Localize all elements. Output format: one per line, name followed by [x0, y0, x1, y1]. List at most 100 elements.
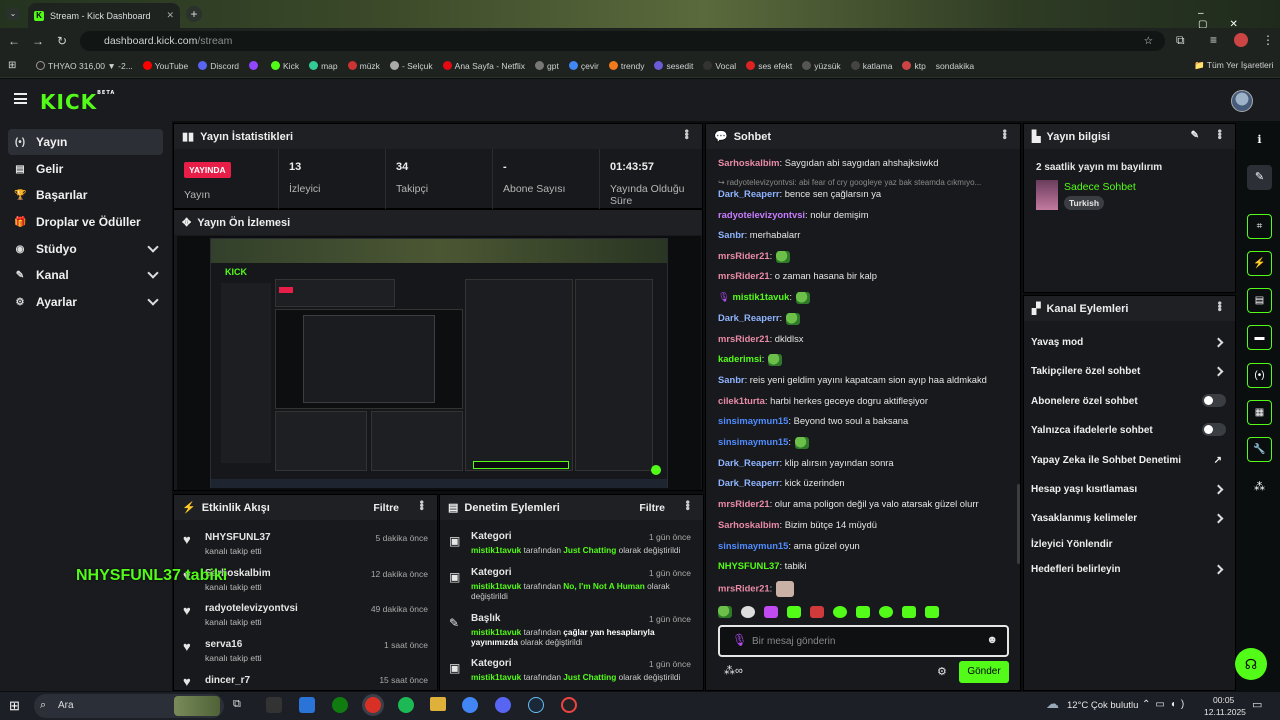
- channel-action-1[interactable]: Yavaş mod: [1031, 337, 1226, 348]
- bookmark-item[interactable]: katlama: [850, 61, 892, 71]
- clock-date[interactable]: 12.11.2025: [1204, 707, 1246, 717]
- emote-icon[interactable]: [741, 606, 755, 618]
- tray-icons[interactable]: ⌃▭◖): [1142, 699, 1189, 710]
- emote-icon[interactable]: [879, 606, 893, 618]
- bookmark-item[interactable]: sesedit: [654, 61, 693, 71]
- chat-username[interactable]: Sanbr: [718, 229, 745, 240]
- chat-username[interactable]: Sarhoskalbim: [718, 157, 779, 168]
- document-icon[interactable]: ▤: [1247, 288, 1272, 313]
- bookmark-item[interactable]: - Selçuk: [389, 61, 433, 71]
- chat-username[interactable]: radyotelevizyontvsi: [718, 209, 805, 220]
- lightning-icon[interactable]: ⚡: [1247, 251, 1272, 276]
- new-tab-icon[interactable]: +: [186, 6, 202, 22]
- bookmark-item[interactable]: Ana Sayfa - Netflix: [442, 61, 525, 71]
- bookmark-item[interactable]: Discord: [198, 61, 239, 71]
- info-circle-icon[interactable]: ℹ: [1247, 128, 1272, 153]
- edit-icon[interactable]: ✎: [1191, 130, 1199, 141]
- more-icon[interactable]: •••: [415, 500, 429, 510]
- extensions-icon[interactable]: ⧉: [1176, 33, 1185, 48]
- chat-username[interactable]: kaderimsi: [718, 353, 762, 364]
- clip-icon[interactable]: ⌗: [1247, 214, 1272, 239]
- bookmark-item[interactable]: Vocal: [703, 61, 736, 71]
- preview-video[interactable]: KICK: [177, 236, 701, 490]
- task-view-icon[interactable]: ⧉: [233, 698, 241, 711]
- emote-icon[interactable]: [786, 312, 801, 325]
- tab-search-icon[interactable]: ⌄: [6, 7, 20, 21]
- bookmark-item[interactable]: Kick: [271, 61, 299, 71]
- chat-settings-icon[interactable]: ⚙: [937, 665, 947, 678]
- bookmark-item[interactable]: müzk: [347, 61, 380, 71]
- channel-action-2[interactable]: Takipçilere özel sohbet: [1031, 366, 1226, 377]
- store-icon[interactable]: [299, 697, 315, 713]
- chat-input[interactable]: 🎙 Bir mesaj gönderin ☻: [718, 625, 1009, 657]
- chat-scrollbar[interactable]: [1017, 484, 1020, 564]
- chat-username[interactable]: Dark_Reaperr: [718, 457, 780, 468]
- emote-icon[interactable]: [810, 606, 824, 618]
- bookmark-item[interactable]: ses efekt: [746, 61, 792, 71]
- back-icon[interactable]: ←: [2, 34, 26, 48]
- more-icon[interactable]: •••: [1213, 129, 1227, 139]
- browser-tab-active[interactable]: K Stream - Kick Dashboard ✕: [28, 3, 180, 28]
- channel-action-8[interactable]: İzleyici Yönlendir: [1031, 539, 1226, 550]
- chat-username[interactable]: Dark_Reaperr: [718, 312, 780, 323]
- bookmark-item[interactable]: gpt: [535, 61, 559, 71]
- bookmark-item[interactable]: çevir: [568, 61, 599, 71]
- bookmark-item[interactable]: yüzsük: [802, 61, 841, 71]
- chat-username[interactable]: Sarhoskalbim: [718, 519, 779, 530]
- emote-icon[interactable]: [787, 606, 801, 618]
- community-icon[interactable]: ⁂: [1247, 475, 1272, 500]
- filter-button[interactable]: Filtre: [373, 502, 399, 514]
- channel-action-6[interactable]: Hesap yaşı kısıtlaması: [1031, 484, 1226, 495]
- folder-icon[interactable]: [430, 697, 446, 711]
- sidebar-item-gelir[interactable]: ▤ Gelir: [8, 156, 163, 182]
- wrench-icon[interactable]: 🔧: [1247, 437, 1272, 462]
- tag-badge[interactable]: Turkish: [1064, 196, 1105, 210]
- weather-text[interactable]: 12°C Çok bulutlu: [1067, 700, 1138, 711]
- support-headset-icon[interactable]: ☊: [1235, 648, 1267, 680]
- channel-action-9[interactable]: Hedefleri belirleyin: [1031, 564, 1226, 575]
- broadcast-icon[interactable]: (•): [1247, 363, 1272, 388]
- chat-username[interactable]: mrsRider21: [718, 270, 770, 281]
- category-link[interactable]: Sadece Sohbet: [1064, 181, 1136, 193]
- emote-icon[interactable]: [833, 606, 847, 618]
- steam-icon[interactable]: [528, 697, 544, 713]
- emote-icon[interactable]: [776, 250, 791, 263]
- media-icon[interactable]: ≡: [1210, 33, 1217, 47]
- channel-action-4[interactable]: Yalnızca ifadelerle sohbet: [1031, 423, 1226, 436]
- bookmark-star-icon[interactable]: ☆: [1144, 35, 1153, 47]
- bookmark-item[interactable]: map: [309, 61, 338, 71]
- all-bookmarks[interactable]: 📁 Tüm Yer İşaretleri: [1194, 60, 1273, 71]
- emote-icon[interactable]: [768, 353, 783, 366]
- hamburger-menu-icon[interactable]: [14, 93, 27, 104]
- chrome-icon[interactable]: [462, 697, 478, 713]
- sidebar-item-yayin[interactable]: (•) Yayın: [8, 129, 163, 155]
- taskbar-search[interactable]: ⌕ Ara: [34, 694, 224, 718]
- forward-icon[interactable]: →: [26, 34, 50, 48]
- bookmark-item[interactable]: trendy: [608, 61, 644, 71]
- user-avatar[interactable]: [1231, 90, 1253, 112]
- bookmark-item[interactable]: sondakika: [936, 61, 974, 71]
- emote-icon[interactable]: [764, 606, 778, 618]
- emote-icon[interactable]: [856, 606, 870, 618]
- chat-username[interactable]: mrsRider21: [718, 498, 770, 509]
- xbox-icon[interactable]: [332, 697, 348, 713]
- notification-icon[interactable]: ▭: [1252, 698, 1262, 711]
- chat-username[interactable]: Sanbr: [718, 374, 745, 385]
- more-icon[interactable]: •••: [681, 500, 695, 510]
- emote-icon[interactable]: [925, 606, 939, 618]
- toggle-switch[interactable]: [1202, 394, 1226, 407]
- window-controls[interactable]: –▢✕: [1198, 8, 1280, 30]
- sidebar-item-droplar[interactable]: 🎁 Droplar ve Ödüller: [8, 209, 163, 235]
- emote-icon[interactable]: [902, 606, 916, 618]
- chat-username[interactable]: cilek1turta: [718, 395, 765, 406]
- channel-action-5[interactable]: Yapay Zeka ile Sohbet Denetimi ↗: [1031, 455, 1226, 466]
- microphone-icon[interactable]: 🎙: [732, 633, 747, 647]
- menu-icon[interactable]: ⋮: [1262, 33, 1274, 47]
- sidebar-item-studyo[interactable]: ◉ Stüdyo: [8, 236, 163, 262]
- reload-icon[interactable]: ↻: [50, 34, 74, 48]
- spotify-icon[interactable]: [398, 697, 414, 713]
- emote-icon[interactable]: [776, 581, 795, 597]
- tab-close-icon[interactable]: ✕: [166, 10, 174, 21]
- chat-username[interactable]: sinsimaymun15: [718, 540, 788, 551]
- kick-logo[interactable]: KICKBETA: [40, 90, 115, 114]
